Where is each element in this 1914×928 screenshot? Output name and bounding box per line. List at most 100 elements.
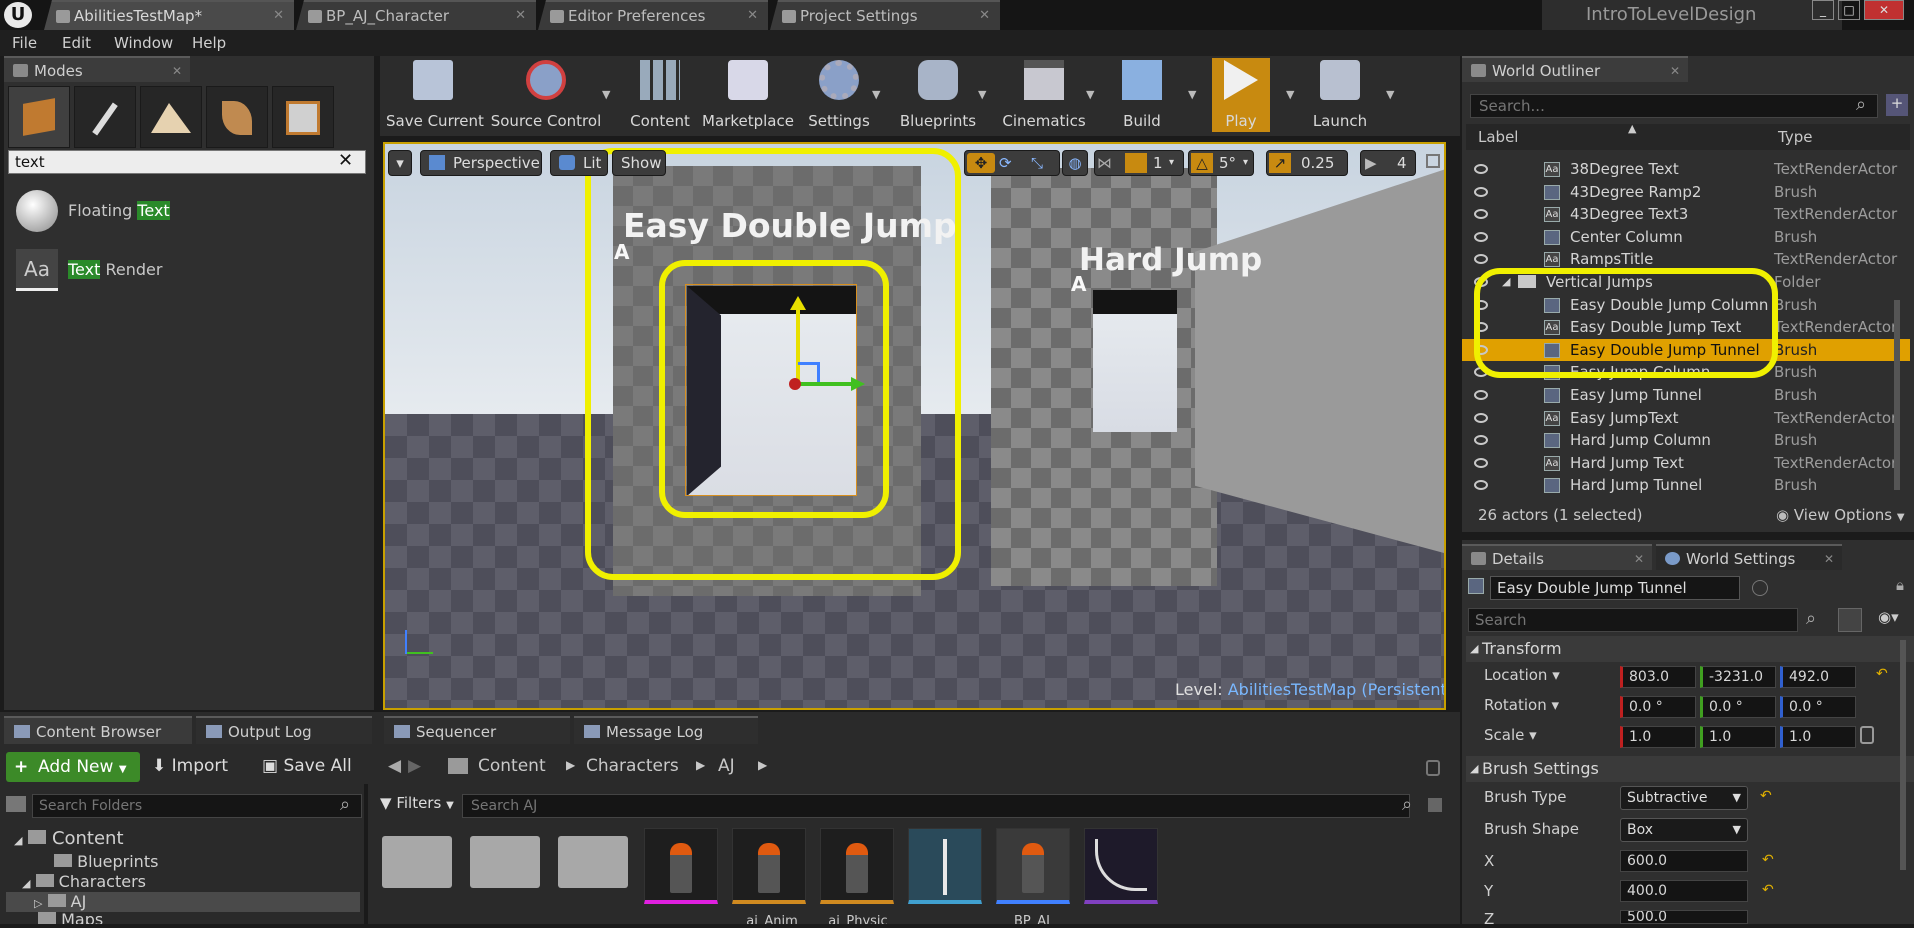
maximize-viewport-icon[interactable] — [1426, 154, 1440, 168]
asset-thumbnail-bp-aj[interactable] — [996, 828, 1070, 904]
visibility-eye-icon[interactable] — [1474, 209, 1488, 220]
asset-thumbnail-mesh[interactable] — [644, 828, 718, 904]
scale-snap-control[interactable]: ↗ 0.25 — [1266, 150, 1348, 176]
column-type[interactable]: Type — [1778, 128, 1812, 146]
blueprints-button[interactable]: Blueprints — [896, 58, 980, 132]
content-button[interactable]: Content — [624, 58, 696, 132]
brush-settings-category[interactable]: ◢ Brush Settings — [1466, 756, 1914, 782]
lock-icon[interactable] — [1426, 760, 1440, 776]
breadcrumb-aj[interactable]: AJ — [718, 756, 735, 776]
tab-modes[interactable]: Modes ✕ — [4, 56, 190, 82]
grid-snap-icon[interactable] — [1125, 153, 1147, 173]
hard-jump-text[interactable]: Hard Jump — [1079, 242, 1262, 278]
visibility-eye-icon[interactable] — [1474, 435, 1488, 446]
foliage-mode-button[interactable] — [206, 86, 268, 148]
reset-to-default-icon[interactable]: ↶ — [1760, 788, 1772, 804]
geometry-mode-button[interactable] — [272, 86, 334, 148]
place-mode-button[interactable] — [8, 86, 70, 148]
landscape-mode-button[interactable] — [140, 86, 202, 148]
tree-item-characters[interactable]: ◢ Characters — [22, 872, 146, 891]
text-actor-icon[interactable]: A — [1071, 272, 1086, 296]
close-icon[interactable]: ✕ — [1824, 546, 1834, 572]
world-local-icon[interactable]: ◍ — [1062, 150, 1088, 176]
panel-splitter[interactable] — [364, 784, 368, 924]
tab-editor-preferences[interactable]: Editor Preferences ✕ — [538, 0, 768, 30]
menu-edit[interactable]: Edit — [62, 30, 91, 56]
menu-window[interactable]: Window — [114, 30, 173, 56]
camera-speed-control[interactable]: ▶ 4 — [1360, 150, 1416, 176]
column-label[interactable]: Label — [1478, 128, 1518, 146]
breadcrumb-content[interactable]: Content — [478, 756, 546, 776]
rotation-snap-control[interactable]: △ 5° ▾ — [1188, 150, 1254, 176]
outliner-row[interactable]: Hard Jump Tunnel Brush — [1462, 474, 1910, 497]
property-matrix-icon[interactable] — [1838, 608, 1862, 632]
unreal-logo-icon[interactable]: U — [4, 2, 32, 28]
brush-shape-select[interactable]: Box ▼ — [1620, 818, 1748, 842]
outliner-row[interactable]: Hard Jump Column Brush — [1462, 429, 1910, 452]
source-control-button[interactable]: Source Control — [488, 58, 604, 132]
asset-thumbnail-anim[interactable] — [732, 828, 806, 904]
sources-toggle-icon[interactable] — [6, 796, 26, 812]
visibility-eye-icon[interactable] — [1474, 412, 1488, 423]
tab-content-browser[interactable]: Content Browser — [4, 716, 192, 744]
tab-world-outliner[interactable]: World Outliner ✕ — [1462, 56, 1688, 82]
search-assets-input[interactable] — [462, 794, 1410, 818]
modes-search-input[interactable] — [8, 150, 366, 174]
breadcrumb-characters[interactable]: Characters — [586, 756, 679, 776]
rotate-icon[interactable]: ⟳ — [999, 151, 1012, 175]
tab-abilities-test-map[interactable]: AbilitiesTestMap* ✕ — [44, 0, 294, 30]
visibility-eye-icon[interactable] — [1474, 254, 1488, 265]
settings-button[interactable]: Settings — [802, 58, 876, 132]
scale-z-field[interactable]: 1.0 — [1780, 726, 1856, 748]
minimize-button[interactable]: _ — [1812, 0, 1834, 20]
viewport-options-button[interactable]: ▾ — [388, 150, 412, 176]
transform-category[interactable]: ◢ Transform — [1466, 636, 1914, 662]
outliner-row[interactable]: Aa Easy JumpText TextRenderActor — [1462, 407, 1910, 430]
chevron-down-icon[interactable]: ▼ — [1386, 88, 1394, 101]
tab-message-log[interactable]: Message Log — [574, 716, 758, 744]
location-y-field[interactable]: -3231.0 — [1700, 666, 1776, 688]
chevron-down-icon[interactable]: ▾ — [1243, 151, 1248, 175]
maximize-button[interactable]: □ — [1838, 0, 1860, 20]
asset-folder[interactable] — [382, 836, 452, 888]
perspective-button[interactable]: Perspective — [420, 150, 542, 176]
surface-snap-icon[interactable]: ⋈ — [1097, 151, 1112, 175]
visibility-eye-icon[interactable] — [1474, 231, 1488, 242]
show-button[interactable]: Show — [612, 150, 666, 176]
cinematics-button[interactable]: Cinematics — [1000, 58, 1088, 132]
close-icon[interactable]: ✕ — [979, 2, 990, 30]
outliner-row[interactable]: Easy Jump Tunnel Brush — [1462, 384, 1910, 407]
level-viewport[interactable]: Easy Double Jump A Hard Jump A Level: Ab… — [383, 142, 1446, 710]
close-window-button[interactable]: ✕ — [1864, 0, 1904, 20]
lit-button[interactable]: Lit — [550, 150, 608, 176]
new-folder-icon[interactable]: + — [1886, 94, 1908, 116]
outliner-row[interactable]: Center Column Brush — [1462, 226, 1910, 249]
translate-icon[interactable]: ✥ — [967, 153, 995, 173]
tab-output-log[interactable]: Output Log — [196, 716, 372, 744]
visibility-eye-icon[interactable]: ◉▾ — [1878, 608, 1899, 626]
details-scrollbar[interactable] — [1900, 640, 1906, 870]
visibility-eye-icon[interactable] — [1474, 186, 1488, 197]
actor-name-field[interactable] — [1490, 576, 1740, 600]
location-z-field[interactable]: 492.0 — [1780, 666, 1856, 688]
scale-snap-icon[interactable]: ↗ — [1269, 153, 1291, 173]
grid-snap-control[interactable]: ⋈ 1 ▾ — [1094, 150, 1184, 176]
save-all-button[interactable]: ▣ Save All — [262, 756, 352, 776]
brush-z-field[interactable]: 500.0 — [1620, 910, 1748, 924]
launch-button[interactable]: Launch — [1308, 58, 1372, 132]
rotation-snap-icon[interactable]: △ — [1191, 153, 1213, 173]
rotation-z-field[interactable]: 0.0 ° — [1780, 696, 1856, 718]
lock-icon[interactable]: 🔒︎ — [1896, 576, 1904, 594]
tab-project-settings[interactable]: Project Settings ✕ — [770, 0, 1000, 30]
chevron-down-icon[interactable]: ▼ — [1188, 88, 1196, 101]
tree-item-aj[interactable]: ▷ AJ — [6, 892, 360, 912]
brush-y-field[interactable]: 400.0 — [1620, 880, 1748, 902]
view-options-button[interactable]: ◉ View Options ▼ — [1776, 506, 1905, 524]
list-item-text-render[interactable]: Aa Text Render — [8, 245, 368, 297]
tab-sequencer[interactable]: Sequencer — [384, 716, 570, 744]
outliner-scrollbar[interactable] — [1894, 300, 1900, 490]
outliner-row[interactable]: Aa 38Degree Text TextRenderActor — [1462, 158, 1910, 181]
brush-type-select[interactable]: Subtractive ▼ — [1620, 786, 1748, 810]
reset-to-default-icon[interactable]: ↶ — [1876, 666, 1888, 682]
close-icon[interactable]: ✕ — [515, 2, 526, 30]
